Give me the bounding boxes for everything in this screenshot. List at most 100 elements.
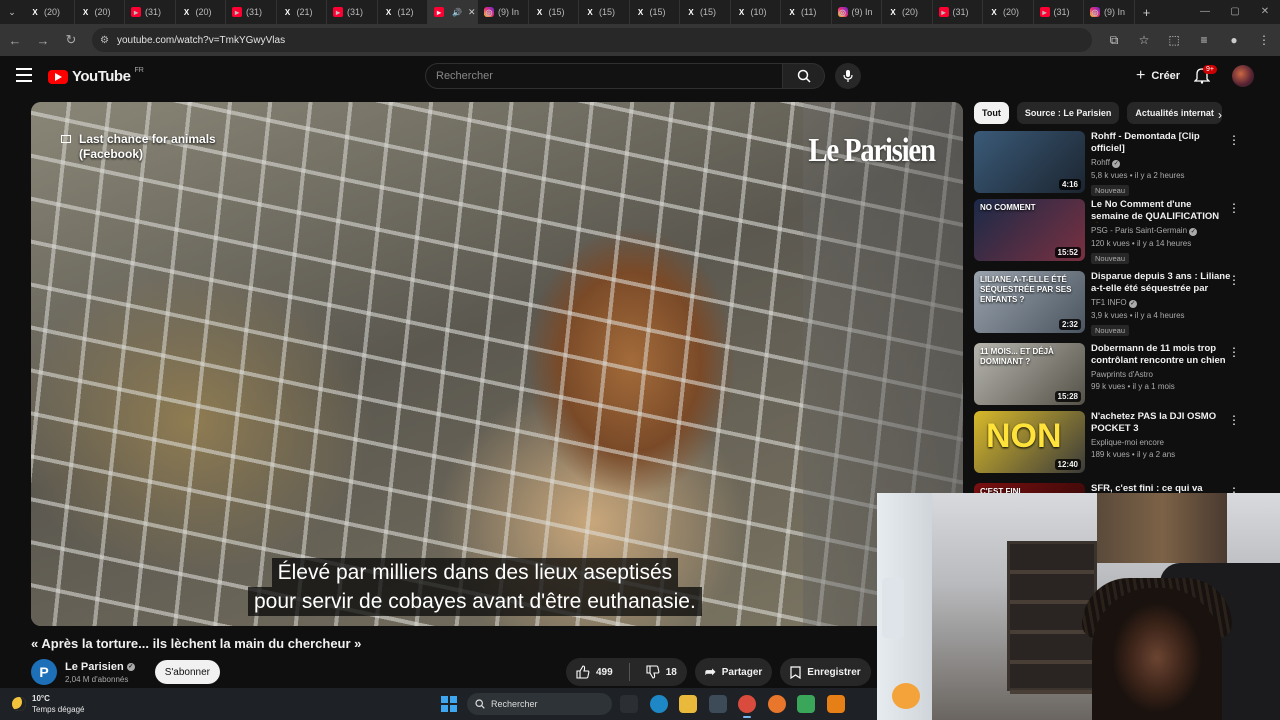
chevron-right-icon[interactable]: › <box>1218 108 1222 122</box>
reload-icon[interactable]: ↻ <box>64 32 78 48</box>
recommendation-channel-name[interactable]: TF1 INFO <box>1091 298 1127 307</box>
windows-start-icon[interactable] <box>441 696 457 712</box>
file-explorer-icon[interactable] <box>679 695 697 713</box>
browser-tab[interactable]: ▸ (31) <box>327 0 378 24</box>
edge-icon[interactable] <box>649 695 668 713</box>
browser-tab[interactable]: ◎ (9) In <box>1084 0 1135 24</box>
filter-chip[interactable]: Tout <box>974 102 1009 124</box>
taskbar-search[interactable]: Rechercher <box>467 693 612 715</box>
browser-tab[interactable]: X (20) <box>24 0 75 24</box>
recommendation-title[interactable]: Dobermann de 11 mois trop contrôlant ren… <box>1091 343 1231 367</box>
store-icon[interactable] <box>708 695 727 713</box>
browser-tab[interactable]: X (20) <box>882 0 933 24</box>
browser-tab[interactable]: ▸ 🔊 ✕ <box>428 0 478 24</box>
recommendation-item[interactable]: NON 12:40 N'achetez PAS la DJI OSMO POCKET… <box>974 411 1246 483</box>
filter-chip[interactable]: Source : Le Parisien <box>1016 102 1120 124</box>
address-bar[interactable]: ⚙ youtube.com/watch?v=TmkYGwyVlas <box>92 28 1092 52</box>
more-options-icon[interactable]: ⋮ <box>1228 273 1240 287</box>
weather-condition: Temps dégagé <box>32 705 85 714</box>
recommendation-channel-name[interactable]: Explique-moi encore <box>1091 438 1164 447</box>
extensions-icon[interactable]: ⬚ <box>1166 33 1182 47</box>
browser-tab[interactable]: ◎ (9) In <box>832 0 882 24</box>
browser-tab[interactable]: X (15) <box>680 0 731 24</box>
channel-name[interactable]: Le Parisien <box>65 661 124 673</box>
browser-tab[interactable]: X (11) <box>781 0 832 24</box>
minimize-icon[interactable]: — <box>1190 0 1220 24</box>
tab-close-icon[interactable]: ✕ <box>468 7 476 18</box>
browser-tab[interactable]: X (15) <box>529 0 579 24</box>
media-controls-icon[interactable]: ≡ <box>1196 33 1212 47</box>
like-button[interactable]: 499 <box>566 658 623 686</box>
recommendation-item[interactable]: 4:16 Rohff - Demontada [Clip officiel] Roh… <box>974 131 1246 199</box>
menu-hamburger-icon[interactable] <box>16 68 32 82</box>
url-text[interactable]: youtube.com/watch?v=TmkYGwyVlas <box>117 35 285 46</box>
recommendation-title[interactable]: N'achetez PAS la DJI OSMO POCKET 3 <box>1091 411 1231 435</box>
vlc-icon[interactable] <box>826 695 845 713</box>
cast-icon[interactable]: ⧉ <box>1106 33 1122 48</box>
browser-tab[interactable]: X (21) <box>277 0 327 24</box>
maximize-icon[interactable]: ▢ <box>1220 0 1250 24</box>
browser-tab[interactable]: X (10) <box>731 0 781 24</box>
save-button[interactable]: Enregistrer <box>780 658 871 686</box>
browser-tab[interactable]: X (15) <box>630 0 680 24</box>
voice-search-button[interactable] <box>835 63 861 89</box>
more-options-icon[interactable]: ⋮ <box>1228 413 1240 427</box>
video-thumbnail[interactable]: NO COMMENT 15:52 <box>974 199 1085 261</box>
dislike-button[interactable]: 18 <box>636 658 687 686</box>
share-button[interactable]: ➦ Partager <box>694 658 773 686</box>
channel-avatar[interactable]: P <box>31 659 57 685</box>
more-options-icon[interactable]: ⋮ <box>1228 201 1240 215</box>
video-thumbnail[interactable]: LILIANE A-T-ELLE ÉTÉ SÉQUESTRÉE PAR SES … <box>974 271 1085 333</box>
filter-chip[interactable]: Actualités internat <box>1127 102 1222 124</box>
browser-tab[interactable]: ▸ (31) <box>226 0 277 24</box>
recommendation-channel-name[interactable]: Pawprints d'Astro <box>1091 370 1153 379</box>
recommendation-item[interactable]: LILIANE A-T-ELLE ÉTÉ SÉQUESTRÉE PAR SES … <box>974 271 1246 343</box>
search-input[interactable] <box>425 63 783 89</box>
video-thumbnail[interactable]: 4:16 <box>974 131 1085 193</box>
tab-list-chevron-icon[interactable]: ⌄ <box>0 0 24 24</box>
back-arrow-icon[interactable]: ← <box>8 33 22 48</box>
more-options-icon[interactable]: ⋮ <box>1228 345 1240 359</box>
video-thumbnail[interactable]: 11 MOIS... ET DÉJÀ DOMINANT ? 15:28 <box>974 343 1085 405</box>
create-button[interactable]: + Créer <box>1128 64 1188 88</box>
video-thumbnail[interactable]: NON 12:40 <box>974 411 1085 473</box>
more-options-icon[interactable]: ⋮ <box>1228 133 1240 147</box>
thumbnail-text: NO COMMENT <box>980 203 1036 212</box>
browser-tab[interactable]: X (15) <box>579 0 630 24</box>
browser-tab[interactable]: X (12) <box>378 0 428 24</box>
browser-tab[interactable]: ▸ (31) <box>933 0 983 24</box>
browser-tab[interactable]: ◎ (9) In <box>478 0 529 24</box>
browser-tab[interactable]: X (20) <box>75 0 125 24</box>
browser-tab[interactable]: X (20) <box>983 0 1034 24</box>
audio-playing-icon[interactable]: 🔊 <box>452 8 462 17</box>
recommendation-channel-name[interactable]: Rohff <box>1091 158 1110 167</box>
site-info-icon[interactable]: ⚙ <box>100 35 109 46</box>
youtube-logo[interactable]: YouTube FR <box>48 67 144 85</box>
xbox-icon[interactable] <box>797 695 815 713</box>
account-avatar[interactable] <box>1232 65 1254 87</box>
recommendation-title[interactable]: Disparue depuis 3 ans : Liliane a-t-elle… <box>1091 271 1231 295</box>
recommendation-channel-name[interactable]: PSG - Paris Saint-Germain <box>1091 226 1187 235</box>
chrome-icon[interactable] <box>738 695 756 718</box>
browser-tab[interactable]: ▸ (31) <box>125 0 176 24</box>
close-window-icon[interactable]: ✕ <box>1250 0 1280 24</box>
browser-tab[interactable]: X (20) <box>176 0 226 24</box>
search-button[interactable] <box>783 63 825 89</box>
task-view-icon[interactable] <box>620 695 638 713</box>
weather-widget[interactable]: 10°C Temps dégagé <box>12 693 84 715</box>
new-tab-plus-icon[interactable]: + <box>1135 5 1159 20</box>
recommendation-title[interactable]: Rohff - Demontada [Clip officiel] <box>1091 131 1231 155</box>
profile-icon[interactable]: ● <box>1226 33 1242 47</box>
firefox-icon[interactable] <box>767 695 786 713</box>
channel-owner-row: P Le Parisien ✓ 2,04 M d'abonnés S'abonn… <box>31 658 220 686</box>
video-player[interactable]: Last chance for animals (Facebook) Le Pa… <box>31 102 963 626</box>
bookmark-star-icon[interactable]: ☆ <box>1136 33 1152 47</box>
recommendation-info: Disparue depuis 3 ans : Liliane a-t-elle… <box>1091 271 1231 343</box>
browser-menu-icon[interactable]: ⋮ <box>1256 33 1272 47</box>
subscribe-button[interactable]: S'abonner <box>154 660 220 684</box>
recommendation-title[interactable]: Le No Comment d'une semaine de QUALIFICA… <box>1091 199 1231 223</box>
browser-tab[interactable]: ▸ (31) <box>1034 0 1084 24</box>
forward-arrow-icon[interactable]: → <box>36 33 50 48</box>
recommendation-item[interactable]: NO COMMENT 15:52 Le No Comment d'une semai… <box>974 199 1246 271</box>
recommendation-item[interactable]: 11 MOIS... ET DÉJÀ DOMINANT ? 15:28 Doberm… <box>974 343 1246 411</box>
